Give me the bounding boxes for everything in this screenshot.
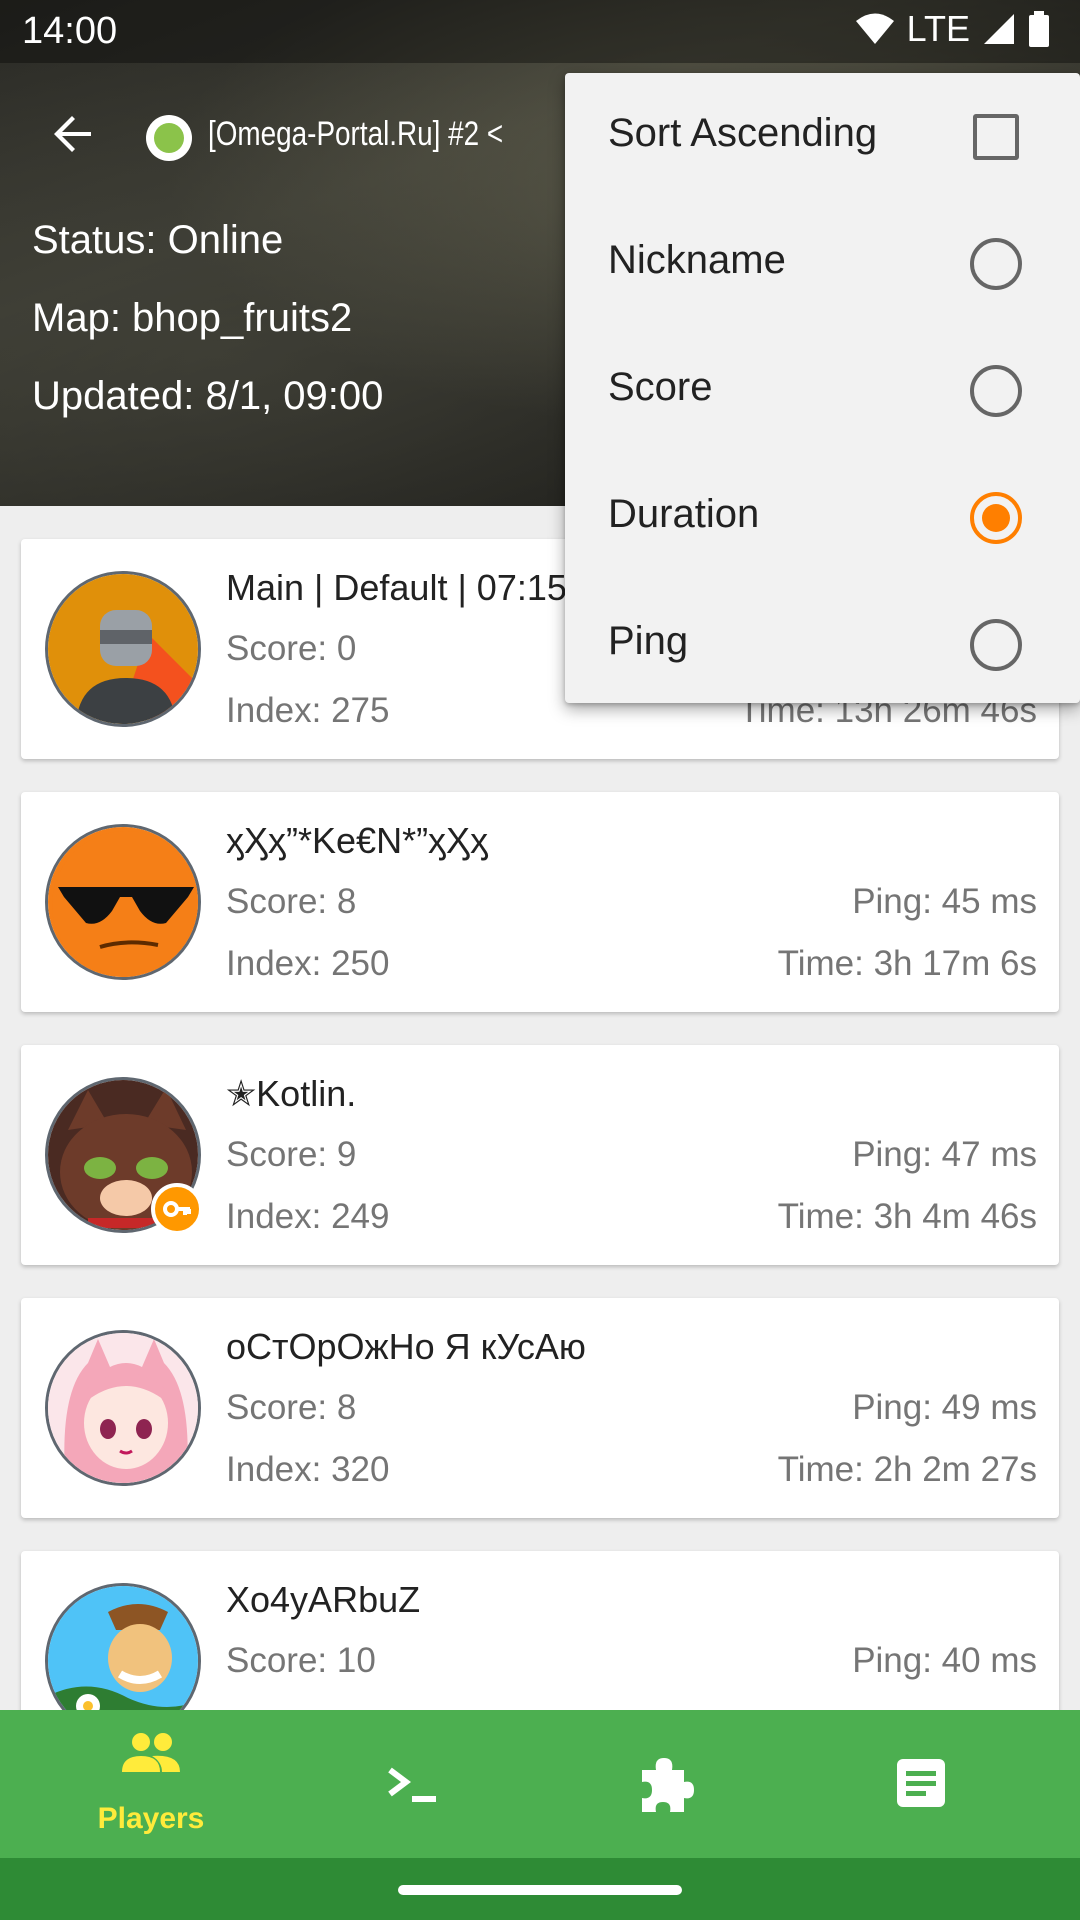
- nav-console[interactable]: [278, 1710, 548, 1858]
- menu-sort-score[interactable]: Score: [565, 327, 1080, 454]
- player-time: Time: 3h 17m 6s: [777, 944, 1037, 983]
- player-name: ӽӼӽ”*Ke€N*”ӽӼӽ: [226, 820, 489, 861]
- sort-option-label: Duration: [608, 492, 760, 536]
- player-ping: Ping: 45 ms: [852, 882, 1037, 921]
- player-time: Time: 3h 4m 46s: [777, 1197, 1037, 1236]
- player-ping: Ping: 47 ms: [852, 1135, 1037, 1174]
- default-avatar-icon: [45, 571, 201, 727]
- menu-sort-ping[interactable]: Ping: [565, 581, 1080, 708]
- sort-ascending-label: Sort Ascending: [608, 111, 878, 155]
- nav-players[interactable]: Players: [16, 1710, 286, 1858]
- player-card[interactable]: ӽӼӽ”*Ke€N*”ӽӼӽ Score: 8 Index: 250 Ping:…: [21, 792, 1059, 1012]
- sort-option-label: Score: [608, 365, 713, 409]
- notes-icon: [897, 1759, 945, 1807]
- player-index: Index: 275: [226, 691, 390, 730]
- menu-sort-duration[interactable]: Duration: [565, 454, 1080, 581]
- sort-nickname-radio[interactable]: [970, 238, 1022, 290]
- nav-players-label: Players: [97, 1802, 205, 1835]
- player-score: Score: 8: [226, 882, 357, 921]
- nav-plugins[interactable]: [530, 1710, 800, 1858]
- sort-ascending-checkbox[interactable]: [973, 114, 1019, 160]
- anime-girl-avatar: [45, 1330, 201, 1486]
- arrow-back-icon: [54, 116, 91, 152]
- sort-score-radio[interactable]: [970, 365, 1022, 417]
- player-score: Score: 9: [226, 1135, 357, 1174]
- status-icons: LTE: [855, 8, 1050, 50]
- bottom-navigation: Players: [0, 1710, 1080, 1858]
- gesture-navigation-bar: [0, 1858, 1080, 1920]
- player-name: ✭Kotlin.: [226, 1073, 357, 1114]
- player-card[interactable]: ✭Kotlin. Score: 9 Index: 249 Ping: 47 ms…: [21, 1045, 1059, 1265]
- player-name: Xo4yARbuZ: [226, 1579, 421, 1620]
- player-name: Main | Default | 07:15: [226, 567, 567, 608]
- server-map: Map: bhop_fruits2: [32, 296, 353, 340]
- home-gesture-handle[interactable]: [398, 1885, 682, 1895]
- player-ping: Ping: 49 ms: [852, 1388, 1037, 1427]
- server-updated: Updated: 8/1, 09:00: [32, 374, 384, 418]
- admin-key-icon: [151, 1183, 203, 1235]
- menu-sort-nickname[interactable]: Nickname: [565, 200, 1080, 327]
- network-type: LTE: [906, 8, 970, 49]
- signal-icon: [984, 14, 1014, 44]
- nav-notes[interactable]: [786, 1710, 1056, 1858]
- server-status: Status: Online: [32, 218, 284, 262]
- sort-option-label: Nickname: [608, 238, 786, 282]
- sort-duration-radio[interactable]: [970, 492, 1022, 544]
- player-name: оСтОрОжНо Я кУсАю: [226, 1326, 586, 1367]
- player-index: Index: 249: [226, 1197, 390, 1236]
- status-bar: 14:00 LTE: [0, 0, 1080, 63]
- player-score: Score: 10: [226, 1641, 376, 1680]
- player-index: Index: 320: [226, 1450, 390, 1489]
- battery-icon: [1029, 11, 1049, 47]
- sort-option-label: Ping: [608, 619, 689, 663]
- people-icon: [122, 1733, 180, 1772]
- back-button[interactable]: [38, 99, 108, 169]
- player-score: Score: 8: [226, 1388, 357, 1427]
- online-status-icon: [146, 115, 192, 161]
- sort-ping-radio[interactable]: [970, 619, 1022, 671]
- player-index: Index: 250: [226, 944, 390, 983]
- puzzle-icon: [642, 1758, 694, 1812]
- player-score: Score: 0: [226, 629, 357, 668]
- player-ping: Ping: 40 ms: [852, 1641, 1037, 1680]
- server-title: [Omega-Portal.Ru] #2 <Bhop> [A: [208, 115, 504, 153]
- player-card[interactable]: оСтОрОжНо Я кУсАю Score: 8 Index: 320 Pi…: [21, 1298, 1059, 1518]
- wifi-icon: [855, 13, 894, 44]
- sort-popup-menu: Sort Ascending Nickname Score Duration P…: [565, 73, 1080, 703]
- status-time: 14:00: [22, 10, 118, 52]
- sunglasses-face-avatar: [45, 824, 201, 980]
- menu-sort-ascending[interactable]: Sort Ascending: [565, 73, 1080, 200]
- terminal-icon: [388, 1767, 436, 1802]
- player-time: Time: 2h 2m 27s: [777, 1450, 1037, 1489]
